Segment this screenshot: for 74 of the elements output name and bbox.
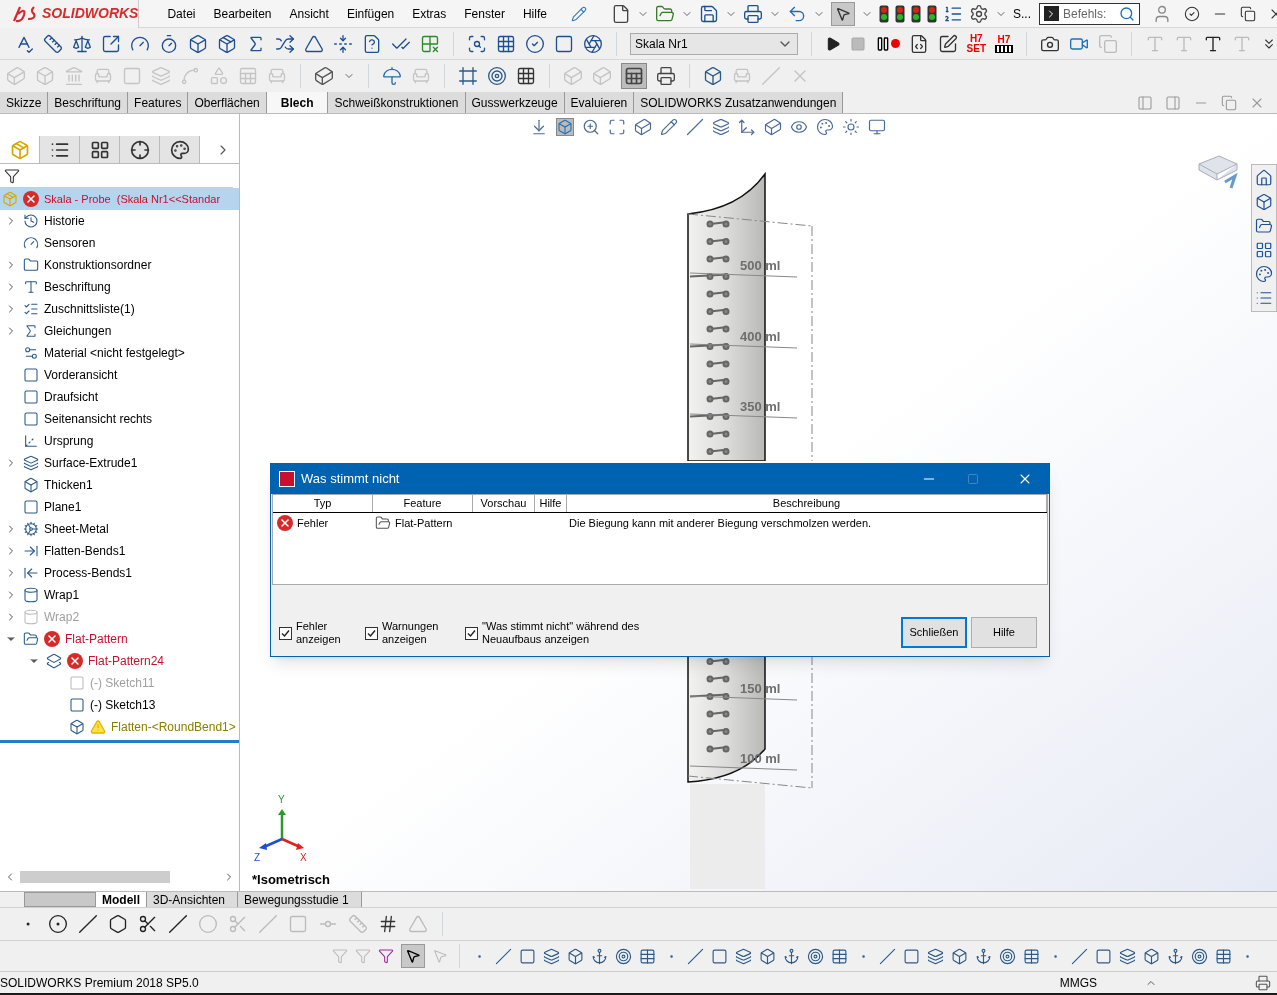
table-cell-text: Die Biegung kann mit anderer Biegung verschmolzen werden.: [568, 516, 872, 531]
tree-item[interactable]: Plane1: [44, 498, 82, 516]
configuration-dropdown[interactable]: Skala Nr1: [630, 32, 798, 55]
logo-text: SOLIDWORKS: [42, 4, 139, 23]
command-search-field[interactable]: Befehls:: [1039, 2, 1140, 25]
bottom-tab[interactable]: Modell: [96, 892, 147, 907]
tree-root-row[interactable]: Skala - Probe (Skala Nr1<<Standar: [0, 188, 239, 210]
truncated-label: S...: [1012, 5, 1031, 23]
command-tab[interactable]: Evaluieren: [564, 92, 635, 113]
tree-item[interactable]: Historie: [44, 212, 85, 230]
column-header[interactable]: Typ: [273, 495, 373, 512]
axis-label: X: [300, 853, 307, 863]
tree-item[interactable]: Ursprung: [44, 432, 94, 450]
command-search-input[interactable]: Befehls:: [1063, 4, 1115, 23]
tree-item[interactable]: Thicken1: [44, 476, 93, 494]
command-tab[interactable]: Blech: [266, 92, 329, 113]
checkbox-label: "Was stimmt nicht" während des Neuaufbaus anzeigen: [482, 620, 641, 646]
tree-item[interactable]: Material <nicht festgelegt>: [44, 344, 185, 362]
checkbox-label: Fehler anzeigen: [296, 620, 342, 646]
command-tab[interactable]: Beschriftung: [48, 92, 129, 113]
axis-label: Z: [254, 853, 261, 863]
tree-item[interactable]: Flatten-<RoundBend1>: [111, 718, 236, 736]
command-tab[interactable]: Skizze: [0, 92, 49, 113]
bottom-tab[interactable]: 3D-Ansichten: [147, 892, 239, 907]
axis-label: Y: [278, 795, 285, 805]
column-header[interactable]: Hilfe: [535, 495, 567, 512]
tree-item[interactable]: (-) Sketch13: [90, 696, 156, 714]
tree-item[interactable]: Process-Bends1: [44, 564, 133, 582]
scale-label: 500 ml: [740, 258, 781, 273]
checkbox-label: Warnungen anzeigen: [382, 620, 440, 646]
scale-label: 150 ml: [740, 681, 781, 696]
product-version-text: SOLIDWORKS Premium 2018 SP5.0: [0, 974, 199, 992]
command-tab[interactable]: Oberflächen: [188, 92, 267, 113]
command-tab[interactable]: SOLIDWORKS Zusatzanwendungen: [634, 92, 844, 113]
tree-item[interactable]: Sheet-Metal: [44, 520, 109, 538]
menu-item[interactable]: Datei: [167, 4, 196, 23]
column-header[interactable]: Feature: [373, 495, 473, 512]
menu-item[interactable]: Ansicht: [289, 4, 329, 23]
tree-item[interactable]: Draufsicht: [44, 388, 99, 406]
tree-item[interactable]: Flat-Pattern: [65, 630, 128, 648]
tree-item[interactable]: Zuschnittsliste(1): [44, 300, 135, 318]
command-tab[interactable]: Schweißkonstruktionen: [328, 92, 466, 113]
menu-item[interactable]: Extras: [412, 4, 447, 23]
column-header[interactable]: Beschreibung: [567, 495, 1047, 512]
menu-item[interactable]: Hilfe: [522, 4, 547, 23]
command-tab[interactable]: Features: [128, 92, 189, 113]
tree-root-label: Skala - Probe (Skala Nr1<<Standar: [44, 191, 221, 207]
dialog-title: Was stimmt nicht: [301, 470, 400, 489]
tree-item[interactable]: Beschriftung: [44, 278, 111, 296]
tree-item[interactable]: Sensoren: [44, 234, 96, 252]
column-header[interactable]: Vorschau: [473, 495, 535, 512]
tree-item[interactable]: Flatten-Bends1: [44, 542, 126, 560]
table-cell-text: Fehler: [297, 516, 329, 531]
dialog-button[interactable]: Schließen: [901, 617, 967, 648]
tree-item[interactable]: Konstruktionsordner: [44, 256, 152, 274]
scale-label: 400 ml: [740, 329, 781, 344]
tree-item[interactable]: Surface-Extrude1: [44, 454, 138, 472]
tree-item[interactable]: Flat-Pattern24: [88, 652, 165, 670]
tree-item[interactable]: Gleichungen: [44, 322, 112, 340]
tolerance-button[interactable]: H7 SET: [966, 33, 986, 54]
menu-item[interactable]: Bearbeiten: [213, 4, 272, 23]
command-tab[interactable]: Gusswerkzeuge: [465, 92, 565, 113]
menu-item[interactable]: Fenster: [464, 4, 505, 23]
tree-item[interactable]: Wrap1: [44, 586, 80, 604]
tree-item[interactable]: Vorderansicht: [44, 366, 118, 384]
dialog-button[interactable]: Hilfe: [971, 617, 1037, 648]
scale-label: 350 ml: [740, 399, 781, 414]
table-cell-text: Flat-Pattern: [395, 516, 453, 531]
tolerance-button[interactable]: H7: [995, 34, 1013, 53]
menu-item[interactable]: Einfügen: [346, 4, 395, 23]
bottom-tab[interactable]: Bewegungsstudie 1: [238, 892, 362, 907]
tree-item[interactable]: Seitenansicht rechts: [44, 410, 153, 428]
view-name-label: *Isometrisch: [252, 870, 331, 889]
units-selector[interactable]: MMGS: [1059, 973, 1097, 992]
